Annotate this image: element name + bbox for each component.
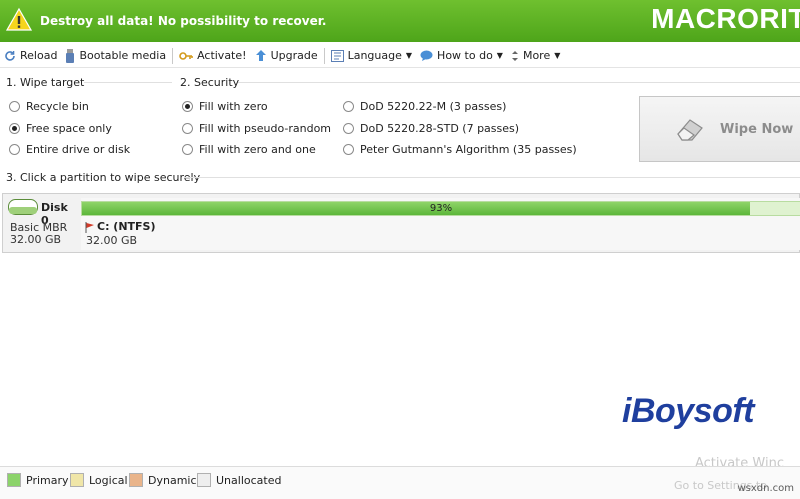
radio-dod-3-passes[interactable]: DoD 5220.22-M (3 passes)	[343, 100, 506, 113]
warning-text: Destroy all data! No possibility to reco…	[40, 14, 327, 28]
site-watermark: wsxdn.com	[737, 483, 794, 494]
bootable-media-button[interactable]: Bootable media	[61, 45, 170, 67]
radio-recycle-bin[interactable]: Recycle bin	[9, 100, 89, 113]
legend-swatch	[129, 473, 143, 487]
activate-button[interactable]: Activate!	[175, 45, 251, 67]
radio-circle	[9, 101, 20, 112]
wipe-now-button[interactable]: Wipe Now	[639, 96, 800, 162]
radio-circle	[182, 144, 193, 155]
brand-logo: MACRORIT	[651, 3, 800, 34]
radio-circle-selected	[182, 101, 193, 112]
language-menu[interactable]: Language ▼	[327, 45, 416, 67]
how-to-do-label: How to do	[437, 49, 493, 62]
warning-banner: Destroy all data! No possibility to reco…	[0, 0, 800, 42]
radio-label: Recycle bin	[26, 100, 89, 113]
bootable-media-label: Bootable media	[79, 49, 167, 62]
more-menu[interactable]: More ▼	[507, 45, 564, 67]
upgrade-label: Upgrade	[270, 49, 318, 62]
legend-label: Dynamic	[148, 473, 197, 487]
radio-circle	[343, 101, 354, 112]
radio-label: DoD 5220.22-M (3 passes)	[360, 100, 507, 113]
divider	[84, 82, 172, 83]
legend-logical: Logical	[70, 473, 128, 487]
disk-0-info[interactable]: Disk 0 Basic MBR 32.00 GB	[3, 194, 79, 252]
divider	[238, 82, 800, 83]
radio-label: Fill with pseudo-random	[199, 122, 332, 135]
flag-icon	[85, 222, 94, 233]
toolbar-divider	[172, 47, 174, 64]
wipe-now-label: Wipe Now	[720, 121, 794, 137]
legend-dynamic: Dynamic	[129, 473, 197, 487]
radio-label: Fill with zero and one	[199, 143, 316, 156]
radio-gutmann[interactable]: Peter Gutmann's Algorithm (35 passes)	[343, 143, 577, 156]
usage-percent: 93%	[429, 203, 453, 214]
divider	[184, 177, 800, 178]
security-label: 2. Security	[180, 76, 240, 89]
chevron-down-icon: ▼	[405, 51, 413, 60]
partition-name: C: (NTFS)	[97, 220, 156, 233]
legend-label: Unallocated	[216, 473, 282, 487]
chevron-down-icon: ▼	[496, 51, 503, 60]
activate-label: Activate!	[197, 49, 247, 62]
hard-disk-icon	[8, 199, 38, 215]
more-updown-icon	[511, 50, 518, 61]
legend-bar: Primary Logical Dynamic Unallocated Go t…	[0, 466, 800, 499]
radio-entire-drive[interactable]: Entire drive or disk	[9, 143, 130, 156]
radio-circle-selected	[9, 123, 20, 134]
toolbar: Reload Bootable media Activate! Upgrade …	[0, 44, 800, 68]
reload-icon	[5, 50, 15, 61]
radio-label: DoD 5220.28-STD (7 passes)	[360, 122, 520, 135]
radio-dod-7-passes[interactable]: DoD 5220.28-STD (7 passes)	[343, 122, 519, 135]
usage-bar: 93%	[81, 201, 800, 216]
chat-bubble-icon	[420, 50, 433, 61]
toolbar-divider	[323, 47, 325, 64]
eraser-icon	[677, 119, 703, 141]
radio-label: Fill with zero	[199, 100, 268, 113]
disk-row: Disk 0 Basic MBR 32.00 GB 93% C: (NTFS) …	[2, 193, 800, 253]
radio-label: Peter Gutmann's Algorithm (35 passes)	[360, 143, 577, 156]
radio-circle	[9, 144, 20, 155]
language-label: Language	[347, 49, 402, 62]
radio-circle	[343, 144, 354, 155]
partition-size: 32.00 GB	[86, 234, 138, 247]
radio-circle	[182, 123, 193, 134]
language-icon	[330, 49, 344, 62]
legend-primary: Primary	[7, 473, 69, 487]
partition-section-label: 3. Click a partition to wipe securely	[6, 171, 201, 184]
legend-label: Logical	[89, 473, 128, 487]
legend-label: Primary	[26, 473, 69, 487]
warning-icon	[6, 7, 32, 31]
radio-free-space-only[interactable]: Free space only	[9, 122, 112, 135]
radio-fill-with-zero[interactable]: Fill with zero	[182, 100, 268, 113]
usb-icon	[66, 48, 75, 63]
chevron-down-icon: ▼	[554, 51, 561, 60]
radio-label: Entire drive or disk	[26, 143, 131, 156]
partition-c[interactable]: 93% C: (NTFS) 32.00 GB	[81, 198, 800, 250]
legend-swatch	[70, 473, 84, 487]
disk-size: 32.00 GB	[10, 233, 62, 246]
more-label: More	[522, 49, 551, 62]
upgrade-button[interactable]: Upgrade	[251, 45, 322, 67]
reload-button[interactable]: Reload	[0, 45, 61, 67]
reload-label: Reload	[20, 49, 58, 62]
radio-circle	[343, 123, 354, 134]
legend-swatch	[197, 473, 211, 487]
legend-unallocated: Unallocated	[197, 473, 281, 487]
radio-pseudo-random[interactable]: Fill with pseudo-random	[182, 122, 331, 135]
radio-label: Free space only	[26, 122, 112, 135]
iboysoft-watermark: iBoysoft	[622, 392, 755, 430]
legend-swatch	[7, 473, 21, 487]
wipe-target-label: 1. Wipe target	[6, 76, 85, 89]
how-to-do-menu[interactable]: How to do ▼	[416, 45, 507, 67]
key-icon	[179, 51, 193, 60]
upgrade-arrow-icon	[255, 50, 266, 61]
radio-zero-and-one[interactable]: Fill with zero and one	[182, 143, 316, 156]
